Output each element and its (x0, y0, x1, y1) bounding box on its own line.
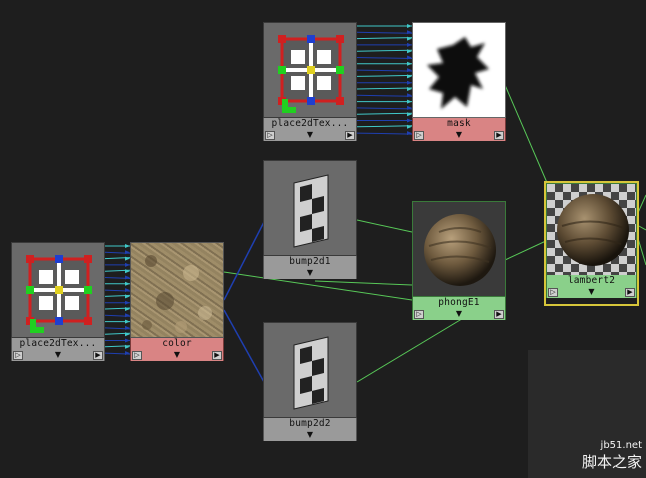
node-label: phongE1 (412, 297, 506, 309)
attribute-connection (356, 69, 413, 72)
output-port-arrow-icon[interactable]: ▶ (494, 310, 504, 319)
place2d-top-to-mask-connections (356, 24, 413, 136)
watermark-text: 脚本之家 (581, 453, 642, 471)
node-port-row: ▷ ▼ ▶ (412, 130, 506, 141)
lambert2-out-connection-1 (636, 194, 646, 216)
place2dTexture-node-top[interactable]: place2dTex... ▷ ▼ ▶ (263, 22, 357, 143)
node-label: bump2d2 (263, 418, 357, 430)
color-node[interactable]: color ▷ ▼ ▶ (130, 242, 224, 363)
shader-ball-icon (557, 194, 629, 266)
lambert2-out-connection-2 (636, 224, 646, 231)
output-port-arrow-icon[interactable]: ▶ (625, 288, 635, 297)
mask-swatch (412, 22, 506, 118)
input-port-arrow-icon[interactable]: ▷ (414, 131, 424, 140)
phongE1-node[interactable]: phongE1 ▷ ▼ ▶ (412, 201, 506, 322)
node-label: lambert2 (546, 275, 637, 287)
node-port-row: ▷ ▼ ▶ (130, 350, 224, 361)
place2dTexture-swatch (11, 242, 105, 338)
expand-attributes-icon[interactable]: ▼ (305, 269, 315, 278)
output-port-arrow-icon[interactable]: ▶ (345, 131, 355, 140)
lambert2-node[interactable]: lambert2 ▷ ▼ ▶ (544, 181, 639, 306)
node-port-row: ▷ ▼ ▶ (546, 287, 637, 298)
color-texture-swatch (130, 242, 224, 338)
place2dTexture-node-left[interactable]: place2dTex... ▷ ▼ ▶ (11, 242, 105, 363)
stone-texture-icon (131, 243, 223, 337)
bump2d1-swatch (263, 160, 357, 256)
phongE1-swatch (412, 201, 506, 297)
mask-node[interactable]: mask ▷ ▼ ▶ (412, 22, 506, 143)
site-watermark: jb51.net 脚本之家 (582, 440, 642, 472)
node-label: place2dTex... (11, 338, 105, 350)
bump2d2-swatch (263, 322, 357, 418)
mask-shape-icon (427, 37, 489, 109)
attribute-connection (356, 125, 413, 128)
input-port-arrow-icon[interactable]: ▷ (132, 351, 142, 360)
mask-to-lambert2-connection (504, 84, 549, 186)
attribute-connection (356, 94, 413, 97)
phongE1-to-bump2d1-connection (314, 280, 413, 286)
node-port-row: ▷ ▼ ▶ (11, 350, 105, 361)
bump-checker-icon (293, 174, 329, 248)
placement-grid-icon (26, 255, 92, 333)
output-port-arrow-icon[interactable]: ▶ (494, 131, 504, 140)
node-label: color (130, 338, 224, 350)
node-label: mask (412, 118, 506, 130)
node-port-row: ▷ ▼ ▶ (263, 130, 357, 141)
attribute-connection (356, 57, 413, 59)
input-port-arrow-icon[interactable]: ▷ (13, 351, 23, 360)
node-port-row: ▷ ▼ ▶ (412, 309, 506, 320)
bump2d2-node[interactable]: bump2d2 ▼ (263, 322, 357, 443)
bump2d1-node[interactable]: bump2d1 ▼ (263, 160, 357, 281)
expand-attributes-icon[interactable]: ▼ (587, 288, 597, 297)
attribute-connection (356, 132, 413, 135)
expand-attributes-icon[interactable]: ▼ (53, 351, 63, 360)
expand-attributes-icon[interactable]: ▼ (305, 431, 315, 440)
attribute-connection (356, 112, 413, 115)
placement-grid-icon (278, 35, 344, 113)
output-port-arrow-icon[interactable]: ▶ (93, 351, 103, 360)
attribute-connection (356, 49, 413, 52)
output-port-arrow-icon[interactable]: ▶ (212, 351, 222, 360)
place2d-left-to-color-connections (104, 244, 131, 356)
place2dTexture-swatch (263, 22, 357, 118)
shader-ball-icon (424, 214, 496, 286)
input-port-arrow-icon[interactable]: ▷ (265, 131, 275, 140)
lambert2-out-connection-3 (636, 234, 646, 266)
attribute-connection (356, 31, 413, 34)
input-port-arrow-icon[interactable]: ▷ (548, 288, 558, 297)
expand-attributes-icon[interactable]: ▼ (305, 131, 315, 140)
lambert2-swatch (546, 183, 637, 279)
node-port-row: ▼ (263, 430, 357, 441)
bump-checker-icon (293, 336, 329, 410)
phongE1-to-lambert2-connection (504, 239, 549, 261)
expand-attributes-icon[interactable]: ▼ (454, 310, 464, 319)
watermark-url: jb51.net (600, 440, 642, 451)
color-to-bump2d2-connection (223, 309, 265, 383)
node-label: place2dTex... (263, 118, 357, 130)
expand-attributes-icon[interactable]: ▼ (454, 131, 464, 140)
node-label: bump2d1 (263, 256, 357, 268)
attribute-connection (356, 37, 413, 40)
node-port-row: ▼ (263, 268, 357, 279)
input-port-arrow-icon[interactable]: ▷ (414, 310, 424, 319)
attribute-connection (356, 74, 413, 77)
bump2d1-to-phongE1-connection (356, 219, 413, 233)
attribute-connection (356, 107, 413, 110)
expand-attributes-icon[interactable]: ▼ (172, 351, 182, 360)
attribute-connection (356, 87, 413, 90)
color-to-bump2d1-connection (223, 221, 265, 301)
